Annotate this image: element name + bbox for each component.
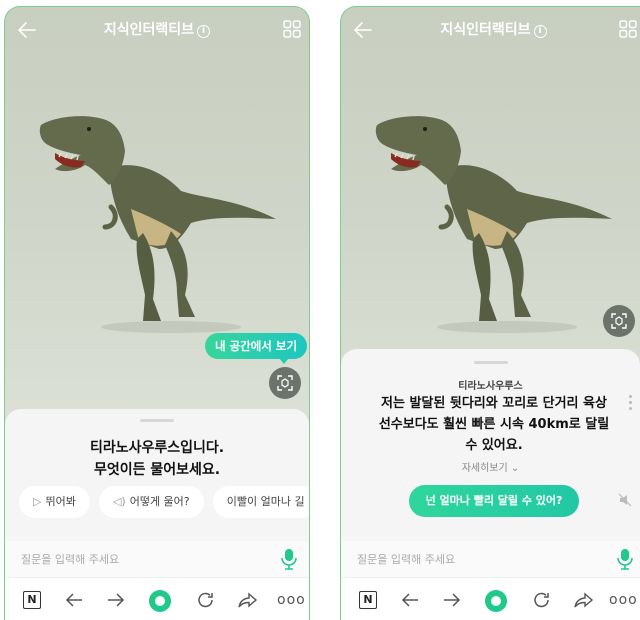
more-details-link[interactable]: 자세히보기 ⌄ bbox=[341, 459, 640, 474]
nav-back-icon[interactable] bbox=[63, 590, 85, 610]
page-title: 지식인터랙티브 i bbox=[341, 19, 640, 39]
info-icon[interactable]: i bbox=[533, 25, 547, 38]
sheet-handle[interactable] bbox=[473, 361, 508, 364]
view-reset-button[interactable] bbox=[269, 367, 301, 399]
more-menu-icon[interactable]: ooo bbox=[609, 592, 638, 608]
answer-title: 티라노사우루스 bbox=[458, 381, 523, 392]
stage: 지식인터랙티브 i 내 공간에서 보기 티라노사우루스입니다. 무엇이든 물어보세… bbox=[0, 0, 640, 620]
top-bar: 지식인터랙티브 i bbox=[341, 7, 640, 53]
phone-screen-right: 지식인터랙티브 i 티라노사우루스 저는 발달된 뒷다리와 꼬리로 단거리 육상선… bbox=[340, 6, 640, 620]
home-button-icon[interactable] bbox=[485, 590, 507, 612]
trex-model[interactable] bbox=[31, 99, 281, 339]
page-title: 지식인터랙티브 i bbox=[5, 19, 309, 39]
grid-icon[interactable] bbox=[283, 20, 301, 38]
suggested-question-button[interactable]: 넌 얼마나 빨리 달릴 수 있어? bbox=[409, 485, 579, 517]
sheet-handle[interactable] bbox=[140, 419, 174, 422]
view-reset-icon bbox=[611, 313, 627, 329]
play-outline-icon: ▷ bbox=[33, 495, 42, 508]
more-details-label: 자세히보기 bbox=[461, 463, 508, 474]
chip-label: 어떻게 울어? bbox=[129, 495, 190, 508]
question-input-row[interactable]: 질문을 입력해 주세요 bbox=[5, 541, 309, 577]
top-bar: 지식인터랙티브 i bbox=[5, 7, 309, 53]
question-input[interactable]: 질문을 입력해 주세요 bbox=[21, 551, 119, 567]
question-input-row[interactable]: 질문을 입력해 주세요 bbox=[341, 541, 640, 577]
trex-model[interactable] bbox=[367, 99, 617, 339]
naver-logo-icon[interactable]: N bbox=[23, 591, 41, 609]
mic-icon[interactable] bbox=[281, 548, 297, 570]
share-icon[interactable] bbox=[237, 590, 259, 610]
mute-icon[interactable] bbox=[618, 493, 632, 507]
browser-navbar: N ooo bbox=[341, 577, 640, 620]
phone-screen-left: 지식인터랙티브 i 내 공간에서 보기 티라노사우루스입니다. 무엇이든 물어보세… bbox=[4, 6, 310, 620]
greeting-line-1: 티라노사우루스입니다. bbox=[89, 440, 225, 456]
mic-icon[interactable] bbox=[617, 548, 633, 570]
chevron-down-icon: ⌄ bbox=[510, 463, 520, 474]
greeting-line-2: 무엇이든 물어보세요. bbox=[93, 462, 221, 478]
nav-forward-icon[interactable] bbox=[441, 590, 463, 610]
browser-navbar: N ooo bbox=[5, 577, 309, 620]
chip-teeth[interactable]: 이빨이 얼마나 길 bbox=[212, 486, 309, 518]
ar-view-button[interactable]: 내 공간에서 보기 bbox=[205, 333, 307, 364]
page-title-text: 지식인터랙티브 bbox=[440, 22, 531, 38]
speaker-icon: ◁) bbox=[112, 495, 126, 508]
suggestion-chips: ▷ 뛰어봐 ◁) 어떻게 울어? 이빨이 얼마나 길 bbox=[19, 486, 309, 518]
nav-forward-icon[interactable] bbox=[105, 590, 127, 610]
chip-run[interactable]: ▷ 뛰어봐 bbox=[19, 486, 90, 518]
view-reset-button[interactable] bbox=[603, 305, 635, 337]
naver-logo-icon[interactable]: N bbox=[359, 591, 377, 609]
chip-label: 뛰어봐 bbox=[45, 495, 76, 508]
info-icon[interactable]: i bbox=[197, 25, 211, 38]
home-button-icon[interactable] bbox=[149, 590, 171, 612]
view-reset-icon bbox=[277, 375, 293, 391]
grid-icon[interactable] bbox=[619, 20, 637, 38]
kebab-menu-icon[interactable] bbox=[629, 395, 632, 413]
share-icon[interactable] bbox=[573, 590, 595, 610]
chip-label: 이빨이 얼마나 길 bbox=[226, 495, 305, 508]
page-title-text: 지식인터랙티브 bbox=[103, 22, 195, 38]
refresh-icon[interactable] bbox=[531, 590, 553, 610]
refresh-icon[interactable] bbox=[195, 590, 217, 610]
nav-back-icon[interactable] bbox=[399, 590, 421, 610]
answer-text: 저는 발달된 뒷다리와 꼬리로 단거리 육상선수보다도 훨씬 빠른 시속 40k… bbox=[378, 396, 610, 453]
chip-roar[interactable]: ◁) 어떻게 울어? bbox=[98, 486, 204, 518]
more-menu-icon[interactable]: ooo bbox=[277, 592, 306, 608]
question-input[interactable]: 질문을 입력해 주세요 bbox=[357, 551, 455, 567]
greeting-text: 티라노사우루스입니다. 무엇이든 물어보세요. bbox=[5, 437, 309, 481]
